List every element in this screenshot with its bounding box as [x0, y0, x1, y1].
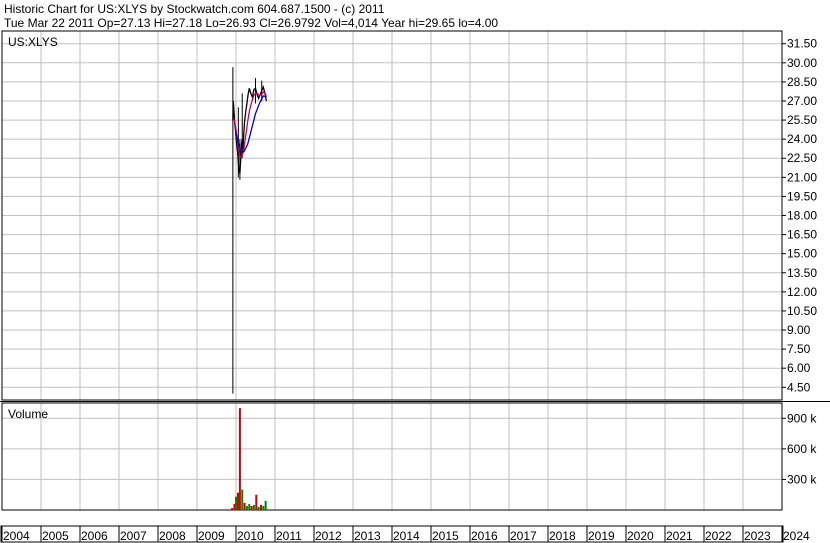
x-axis: 2004 2005 2006 2007 2008 2009 2010 2011 2012 2013…: [1, 526, 810, 543]
x-tick-label: 2011: [276, 529, 302, 543]
price-tick-label: 9.00: [787, 323, 811, 337]
x-tick-label: 2018: [549, 529, 576, 543]
price-tick-label: 31.50: [787, 37, 817, 51]
x-tick-label: 2021: [666, 529, 693, 543]
x-tick-label: 2019: [588, 529, 615, 543]
x-tick-label: 2016: [471, 529, 498, 543]
price-tick-label: 24.00: [787, 132, 817, 146]
price-grid: [2, 31, 782, 400]
price-wicks: [232, 67, 263, 394]
header-title: Historic Chart for US:XLYS by Stockwatch…: [4, 2, 385, 16]
x-tick-label: 2005: [42, 529, 69, 543]
price-tick-label: 27.00: [787, 94, 817, 108]
price-tick-label: 4.50: [787, 380, 811, 394]
x-tick-label: 2004: [3, 529, 30, 543]
header-quote: Tue Mar 22 2011 Op=27.13 Hi=27.18 Lo=26.…: [4, 16, 498, 30]
price-tick-label: 10.50: [787, 304, 817, 318]
price-tick-label: 19.50: [787, 189, 817, 203]
x-tick-label: 2012: [315, 529, 342, 543]
x-tick-label: 2017: [510, 529, 537, 543]
x-tick-label: 2020: [627, 529, 654, 543]
price-tick-label: 18.00: [787, 209, 817, 223]
volume-y-axis: 900 k 600 k 300 k: [782, 411, 817, 486]
price-tick-label: 28.50: [787, 75, 817, 89]
x-tick-label: 2007: [120, 529, 147, 543]
volume-tick-label: 600 k: [787, 442, 817, 456]
x-tick-label: 2013: [354, 529, 381, 543]
volume-tick-label: 900 k: [787, 411, 817, 425]
price-tick-label: 22.50: [787, 151, 817, 165]
stock-chart: Historic Chart for US:XLYS by Stockwatch…: [0, 2, 830, 543]
x-tick-label: 2009: [198, 529, 225, 543]
x-tick-label: 2010: [237, 529, 264, 543]
price-tick-label: 15.00: [787, 247, 817, 261]
x-tick-label: 2023: [744, 529, 771, 543]
price-panel-label: US:XLYS: [8, 35, 58, 49]
price-tick-label: 13.50: [787, 266, 817, 280]
volume-bars: [231, 408, 267, 510]
volume-tick-label: 300 k: [787, 472, 817, 486]
x-tick-label: 2014: [393, 529, 420, 543]
x-tick-label: 2022: [705, 529, 732, 543]
price-tick-label: 30.00: [787, 56, 817, 70]
price-tick-label: 21.00: [787, 170, 817, 184]
price-tick-label: 12.00: [787, 285, 817, 299]
price-tick-label: 25.50: [787, 113, 817, 127]
price-tick-label: 16.50: [787, 228, 817, 242]
price-tick-label: 6.00: [787, 361, 811, 375]
volume-grid: [2, 403, 782, 510]
x-tick-label: 2024: [783, 529, 810, 543]
price-y-axis: 31.50 30.00 28.50 27.00 25.50 24.00 22.50 21.00…: [782, 37, 817, 394]
volume-panel-label: Volume: [8, 407, 48, 421]
x-tick-label: 2015: [432, 529, 459, 543]
x-tick-label: 2006: [81, 529, 108, 543]
price-tick-label: 7.50: [787, 342, 811, 356]
x-tick-label: 2008: [159, 529, 186, 543]
